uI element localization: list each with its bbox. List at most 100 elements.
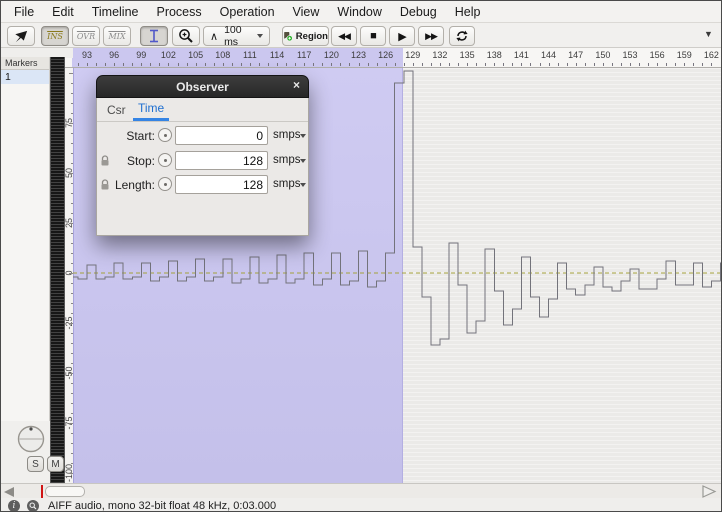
marker-list-item[interactable]: 1 [1,70,49,84]
stop-spinner[interactable] [158,153,172,167]
ruler-tick [159,63,160,66]
ruler-tick [558,63,559,66]
axis-tick [71,243,73,244]
menu-item-edit[interactable]: Edit [43,2,83,22]
loop-button[interactable] [449,26,475,46]
axis-tick [71,343,73,344]
solo-button[interactable]: S [27,456,44,472]
ruler-tick [87,63,88,66]
magnifier-plus-icon [178,28,194,44]
play-button[interactable]: ▶ [389,26,415,46]
ruler-tick [521,63,522,66]
ruler-tick [404,63,405,66]
mute-button[interactable]: M [47,456,64,472]
stop-unit[interactable]: smps [273,154,300,166]
ruler-tick [141,63,142,66]
start-unit-dropdown-icon[interactable] [300,134,306,138]
app-window: FileEditTimelineProcessOperationViewWind… [0,0,722,512]
overview-scrollbar[interactable] [1,483,722,498]
zoom-status-icon[interactable] [27,500,39,512]
ruler-tick [168,63,169,66]
tab-csr[interactable]: Csr [102,98,131,121]
menu-item-help[interactable]: Help [446,2,490,22]
status-bar: i AIFF audio, mono 32-bit float 48 kHz, … [1,498,722,512]
start-unit[interactable]: smps [273,129,300,141]
tab-time[interactable]: Time [133,98,169,121]
observer-dialog-titlebar[interactable]: Observer × [96,75,309,98]
info-icon[interactable]: i [8,500,20,512]
ruler-tick [395,63,396,66]
pan-knob[interactable] [16,424,46,454]
ruler-tick [105,63,106,66]
ruler-tick [78,63,79,66]
ruler-tick [630,63,631,66]
zoom-duration-combo[interactable]: ∧ 100 ms [203,26,270,46]
stop-unit-dropdown-icon[interactable] [300,159,306,163]
start-row: Start: smps [97,126,308,146]
ruler-label: 147 [568,50,583,60]
menu-item-operation[interactable]: Operation [211,2,284,22]
axis-tick [71,183,73,184]
ruler-tick [322,63,323,66]
ruler-tick [250,63,251,66]
tab-time-label: Time [138,101,164,115]
length-spinner[interactable] [158,177,172,191]
fast-forward-button[interactable]: ▶▶ [418,26,444,46]
axis-tick [71,143,73,144]
ruler-tick [313,63,314,66]
mix-mode-button[interactable]: MIX [103,26,131,46]
rewind-button[interactable]: ◀◀ [331,26,357,46]
close-icon[interactable]: × [293,78,300,92]
axis-tick [71,253,73,254]
ruler-tick [132,63,133,66]
ruler-tick [648,63,649,66]
menu-item-process[interactable]: Process [147,2,210,22]
length-input[interactable] [175,175,268,194]
zoom-tool-button[interactable] [172,26,200,46]
length-unit-dropdown-icon[interactable] [300,183,306,187]
ruler-tick [340,63,341,66]
timeline-ruler[interactable]: 9396991021051081111141171201231261291321… [1,48,722,68]
start-spinner[interactable] [158,128,172,142]
menu-item-view[interactable]: View [284,2,329,22]
scroll-right-icon[interactable] [700,484,718,499]
ruler-label: 114 [270,50,284,60]
length-unit[interactable]: smps [273,178,300,190]
play-icon: ▶ [398,30,405,43]
insert-mode-button[interactable]: INS [41,26,69,46]
envelope-caret-icon: ∧ [210,30,218,43]
ruler-label: 162 [704,50,719,60]
menu-item-file[interactable]: File [5,2,43,22]
start-input[interactable] [175,126,268,145]
axis-tick [71,293,73,294]
menu-item-debug[interactable]: Debug [391,2,446,22]
scroll-left-icon[interactable] [4,487,14,497]
axis-tick [71,283,73,284]
rewind-icon: ◀◀ [338,31,350,42]
observer-dialog-body: Csr Time Start: smps Stop: [96,98,309,236]
scrub-tool-button[interactable] [7,26,35,46]
region-button[interactable]: Region [282,26,329,46]
select-tool-button[interactable] [140,26,168,46]
track-scroll-strip[interactable] [50,57,65,483]
start-label: Start: [109,129,155,143]
menu-item-timeline[interactable]: Timeline [83,2,148,22]
axis-tick [71,213,73,214]
ruler-tick [349,63,350,66]
axis-tick [71,433,73,434]
ruler-tick [585,63,586,66]
axis-tick [71,233,73,234]
ruler-label: 135 [460,50,475,60]
ruler-tick [458,63,459,66]
overwrite-mode-button[interactable]: OVR [72,26,100,46]
ruler-tick [223,63,224,66]
markers-panel-title: Markers [1,57,49,70]
menu-item-window[interactable]: Window [328,2,390,22]
stop-button[interactable]: ■ [360,26,386,46]
toolbar-overflow-icon[interactable]: ▼ [704,29,713,39]
ruler-tick [431,63,432,66]
toolbar: INS OVR MIX ∧ 100 ms [1,23,721,48]
scrollbar-thumb[interactable] [45,486,85,497]
ruler-tick [96,63,97,66]
stop-input[interactable] [175,151,268,170]
